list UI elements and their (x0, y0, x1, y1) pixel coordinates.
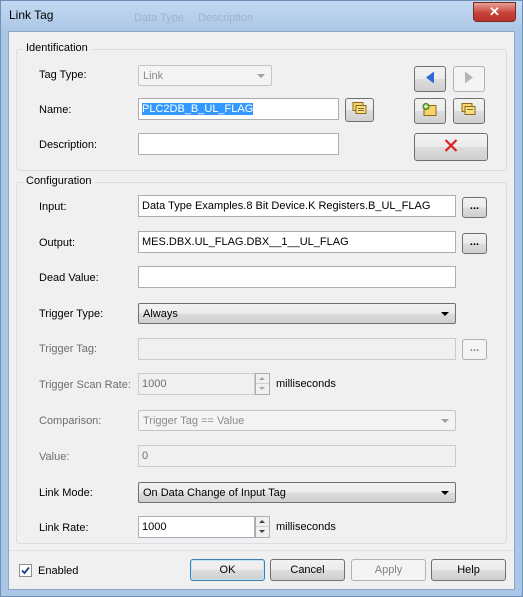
window-title: Link Tag (9, 8, 54, 22)
chevron-down-icon (441, 312, 449, 316)
dead-value-input[interactable] (138, 266, 456, 288)
browse-name-button[interactable] (345, 98, 374, 122)
trigger-type-select[interactable]: Always (138, 303, 456, 324)
background-column-header: Data Type (134, 12, 184, 24)
input-tag-value: Data Type Examples.8 Bit Device.K Regist… (142, 200, 431, 212)
value-input: 0 (138, 445, 456, 467)
name-value: PLC2DB_B_UL_FLAG (142, 103, 254, 115)
title-bar[interactable]: Link Tag Data Type Description ✕ (1, 1, 522, 31)
ellipsis-icon: ... (469, 200, 480, 212)
name-input[interactable]: PLC2DB_B_UL_FLAG (138, 98, 339, 120)
close-icon: ✕ (489, 4, 500, 19)
ok-button[interactable]: OK (190, 559, 265, 581)
tag-browser-icon (352, 102, 368, 119)
link-rate-unit: milliseconds (276, 521, 336, 533)
apply-label: Apply (374, 564, 403, 576)
trigger-type-value: Always (143, 308, 178, 320)
name-label: Name: (39, 104, 72, 116)
output-tag-value: MES.DBX.UL_FLAG.DBX__1__UL_FLAG (142, 236, 349, 248)
trigger-scan-rate-spinner (255, 373, 270, 395)
configuration-group-title: Configuration (23, 175, 95, 187)
chevron-down-icon (257, 74, 265, 78)
new-tag-button[interactable] (414, 98, 446, 124)
link-mode-label: Link Mode: (39, 487, 93, 499)
description-input[interactable] (138, 133, 339, 155)
trigger-scan-rate-label: Trigger Scan Rate: (39, 379, 131, 391)
enabled-checkbox[interactable] (19, 564, 32, 577)
trigger-scan-rate-unit: milliseconds (276, 378, 336, 390)
ok-label: OK (219, 564, 236, 576)
output-label: Output: (39, 237, 76, 249)
input-label: Input: (39, 201, 67, 213)
new-tag-icon (422, 103, 438, 120)
link-rate-spinner[interactable] (255, 516, 270, 538)
browse-input-button[interactable]: ... (462, 197, 487, 218)
tag-type-select: Link (138, 65, 272, 86)
arrow-right-icon (464, 71, 474, 87)
dead-value-label: Dead Value: (39, 272, 99, 284)
browse-trigger-tag-button: ... (462, 339, 487, 360)
link-rate-label: Link Rate: (39, 522, 89, 534)
link-mode-value: On Data Change of Input Tag (143, 487, 286, 499)
identification-group-title: Identification (23, 42, 91, 54)
comparison-value: Trigger Tag == Value (143, 415, 245, 427)
link-rate-value: 1000 (142, 521, 167, 533)
background-column-header: Description (198, 12, 254, 24)
tag-type-value: Link (143, 70, 164, 82)
cancel-label: Cancel (290, 564, 325, 576)
copy-tag-icon (461, 103, 477, 120)
close-button[interactable]: ✕ (473, 2, 516, 22)
ellipsis-icon: ... (469, 236, 480, 248)
spinner-up-icon[interactable] (256, 517, 269, 527)
trigger-tag-label: Trigger Tag: (39, 343, 98, 355)
arrow-left-icon (425, 71, 435, 87)
delete-x-icon (444, 139, 458, 155)
comparison-label: Comparison: (39, 415, 102, 427)
trigger-type-label: Trigger Type: (39, 308, 104, 320)
next-tag-button[interactable] (453, 66, 485, 92)
link-mode-select[interactable]: On Data Change of Input Tag (138, 482, 456, 503)
browse-output-button[interactable]: ... (462, 233, 487, 254)
tag-type-label: Tag Type: (39, 69, 87, 81)
input-tag-field[interactable]: Data Type Examples.8 Bit Device.K Regist… (138, 195, 456, 217)
previous-tag-button[interactable] (414, 66, 446, 92)
link-rate-input[interactable]: 1000 (138, 516, 255, 538)
enabled-label: Enabled (38, 565, 79, 577)
value-value: 0 (142, 450, 149, 462)
apply-button: Apply (351, 559, 426, 581)
output-tag-field[interactable]: MES.DBX.UL_FLAG.DBX__1__UL_FLAG (138, 231, 456, 253)
comparison-select: Trigger Tag == Value (138, 410, 456, 431)
description-label: Description: (39, 139, 98, 151)
delete-tag-button[interactable] (414, 133, 488, 161)
cancel-button[interactable]: Cancel (270, 559, 345, 581)
chevron-down-icon (441, 491, 449, 495)
chevron-down-icon (441, 419, 449, 423)
help-label: Help (457, 564, 480, 576)
trigger-scan-rate-input: 1000 (138, 373, 255, 395)
trigger-tag-field (138, 338, 456, 360)
link-tag-dialog: Link Tag Data Type Description ✕ Identif… (0, 0, 523, 597)
copy-tag-button[interactable] (453, 98, 485, 124)
spinner-down-icon (256, 384, 269, 394)
ellipsis-icon: ... (469, 342, 480, 354)
trigger-scan-rate-value: 1000 (142, 378, 167, 390)
checkmark-icon (21, 566, 30, 575)
spinner-down-icon[interactable] (256, 527, 269, 537)
help-button[interactable]: Help (431, 559, 506, 581)
dialog-client-area: Identification Tag Type: Link Name: PLC2… (8, 31, 515, 590)
spinner-up-icon (256, 374, 269, 384)
value-label: Value: (39, 451, 70, 463)
